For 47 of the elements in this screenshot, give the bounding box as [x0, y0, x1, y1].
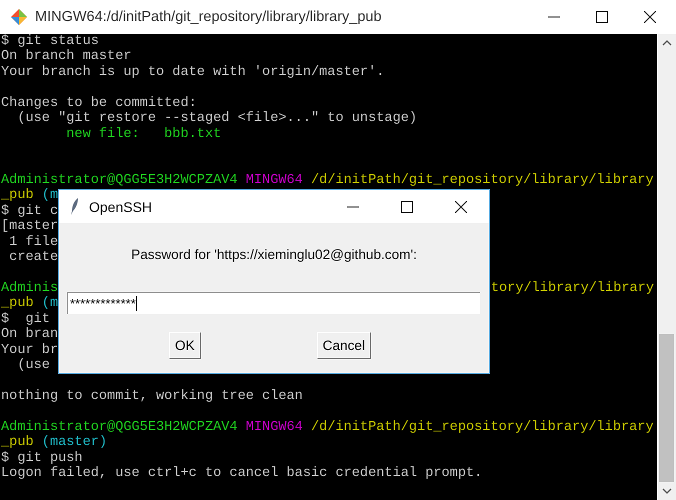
terminal-text: /d/initPath/git_repository/library/library — [310, 172, 654, 188]
terminal-text: Administrator@QGG5E3H2WCPZAV4 — [1, 420, 238, 435]
terminal-text: _pub — [1, 188, 34, 204]
terminal-text: tory/library/library — [490, 281, 654, 296]
terminal-text: On branch master — [1, 49, 132, 65]
feather-icon — [71, 198, 79, 215]
terminal-text: create — [8, 250, 58, 266]
terminal-text: new file: bbb.txt — [65, 126, 222, 142]
password-prompt: Password for 'https://xieminglu02@github.com': — [130, 247, 418, 262]
close-icon[interactable] — [455, 200, 467, 212]
close-icon[interactable] — [644, 11, 656, 23]
terminal-text: (master) — [40, 435, 108, 451]
terminal-text: On bran — [1, 327, 58, 343]
password-field[interactable]: ************* — [67, 292, 480, 314]
terminal-text: (m — [40, 188, 58, 204]
terminal-text: nothing to commit, working tree clean — [1, 389, 303, 404]
maximize-icon[interactable] — [401, 200, 413, 212]
terminal-text: $ git c — [1, 204, 58, 219]
maximize-icon[interactable] — [596, 11, 608, 23]
terminal-text: MINGW64 — [244, 172, 303, 188]
terminal-text: (use "git restore --staged <file>..." to unstage) — [16, 111, 418, 127]
terminal-text: Administrator@QGG5E3H2WCPZAV4 — [1, 172, 238, 188]
scroll-down-icon[interactable] — [662, 488, 672, 494]
terminal-text: Your branch is up to date with 'origin/master'. — [1, 64, 384, 80]
terminal-text: _pub — [1, 296, 34, 312]
cancel-button[interactable]: Cancel — [316, 332, 371, 359]
scroll-up-icon[interactable] — [662, 40, 672, 46]
scrollbar[interactable] — [657, 34, 676, 500]
ok-button[interactable]: OK — [169, 332, 201, 359]
terminal-text: $ git status — [1, 34, 99, 49]
terminal-text: (m — [40, 296, 58, 312]
terminal-text: _pub — [1, 435, 34, 451]
terminal-text: (use — [16, 358, 50, 374]
git-icon — [10, 8, 28, 26]
terminal-text: Logon failed, use ctrl+c to cancel basic credential prompt. — [1, 466, 482, 482]
terminal-text: Your br — [1, 342, 58, 358]
window-title: MINGW64:/d/initPath/git_repository/library/library_pub — [35, 9, 383, 25]
scroll-thumb[interactable] — [659, 334, 674, 482]
terminal-text: $ git — [1, 312, 50, 327]
terminal-text: /d/initPath/git_repository/library/library — [310, 420, 654, 436]
dialog-title: OpenSSH — [89, 198, 154, 214]
terminal-text: Adminis — [1, 281, 58, 296]
terminal-text: MINGW64 — [244, 420, 303, 436]
terminal-text: [master — [1, 219, 58, 235]
terminal-text: $ git push — [1, 450, 83, 466]
terminal-text: 1 file — [8, 234, 58, 250]
terminal-text: Changes to be committed: — [1, 96, 197, 111]
